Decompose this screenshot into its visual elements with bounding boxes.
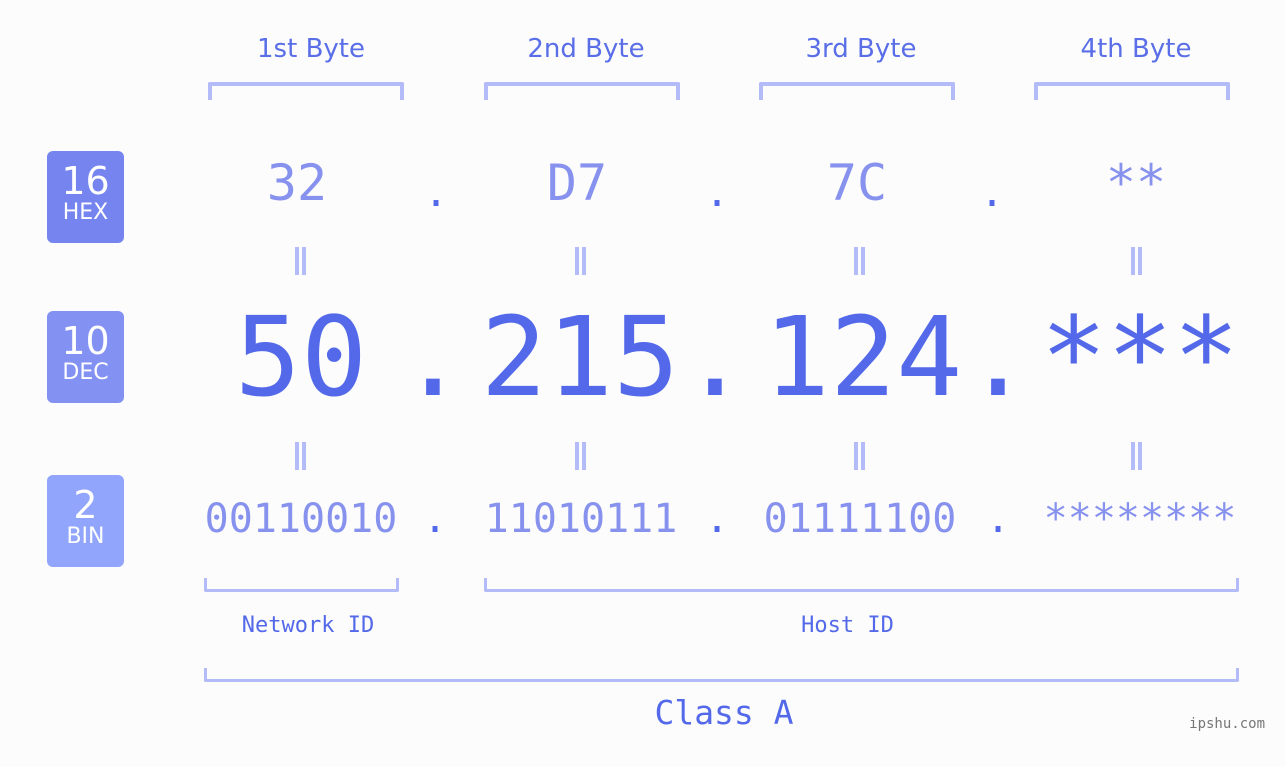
- bin-base-number: 2: [73, 483, 98, 527]
- bin-byte-4: ********: [1043, 496, 1237, 542]
- dec-byte-3: 124: [763, 293, 963, 421]
- equals-icon: [850, 442, 868, 470]
- equals-icon: [850, 247, 868, 275]
- equals-icon: [1127, 442, 1145, 470]
- class-label: Class A: [654, 693, 794, 732]
- network-id-label: Network ID: [241, 613, 375, 638]
- dec-byte-2: 215: [480, 293, 680, 421]
- dec-badge: 10 DEC: [47, 311, 124, 403]
- hex-base-number: 16: [61, 159, 110, 203]
- bin-separator-1: .: [422, 496, 448, 542]
- dec-base-number: 10: [61, 319, 110, 363]
- hex-separator-2: .: [704, 170, 730, 216]
- dec-base-label: DEC: [62, 360, 109, 385]
- host-id-bracket: [484, 578, 1239, 592]
- byte-header-3: 3rd Byte: [805, 34, 917, 64]
- byte-header-4: 4th Byte: [1080, 34, 1192, 64]
- hex-byte-2: D7: [546, 154, 608, 212]
- equals-icon: [291, 247, 309, 275]
- byte-bracket-1: [208, 82, 404, 100]
- dec-byte-4: ***: [1040, 293, 1240, 421]
- host-id-label: Host ID: [801, 613, 894, 638]
- equals-icon: [1127, 247, 1145, 275]
- network-id-bracket: [204, 578, 399, 592]
- equals-icon: [571, 247, 589, 275]
- bin-byte-2: 11010111: [484, 496, 678, 542]
- hex-byte-3: 7C: [826, 154, 888, 212]
- equals-icon: [571, 442, 589, 470]
- hex-separator-3: .: [979, 170, 1005, 216]
- hex-byte-1: 32: [266, 154, 328, 212]
- hex-badge: 16 HEX: [47, 151, 124, 243]
- byte-header-1: 1st Byte: [257, 34, 365, 64]
- byte-bracket-3: [759, 82, 955, 100]
- class-bracket: [204, 668, 1239, 682]
- bin-byte-1: 00110010: [204, 496, 398, 542]
- bin-base-label: BIN: [66, 524, 105, 549]
- equals-icon: [291, 442, 309, 470]
- byte-bracket-4: [1034, 82, 1230, 100]
- watermark: ipshu.com: [1189, 716, 1265, 732]
- byte-header-2: 2nd Byte: [527, 34, 645, 64]
- hex-byte-4: **: [1105, 154, 1167, 212]
- byte-bracket-2: [484, 82, 680, 100]
- dec-byte-1: 50: [234, 293, 368, 421]
- hex-base-label: HEX: [62, 200, 109, 225]
- bin-byte-3: 01111100: [763, 496, 957, 542]
- hex-separator-1: .: [423, 170, 449, 216]
- bin-badge: 2 BIN: [47, 475, 124, 567]
